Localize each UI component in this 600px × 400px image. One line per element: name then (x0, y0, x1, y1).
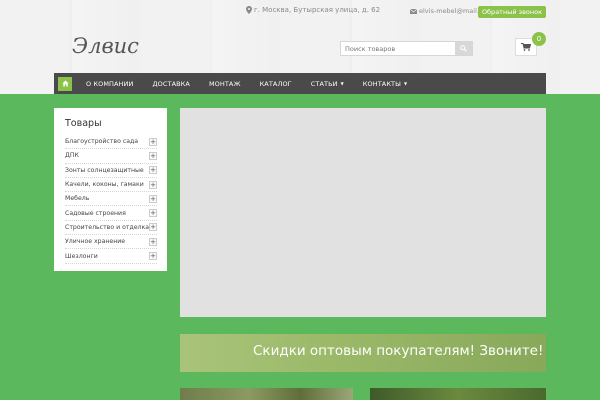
category-label[interactable]: Уличное хранение (65, 238, 125, 245)
category-label[interactable]: ДПК (65, 152, 79, 159)
search-button[interactable] (455, 42, 472, 55)
home-icon (62, 80, 68, 87)
callback-button[interactable]: Обратный звонок (478, 6, 546, 18)
nav-item-articles[interactable]: Статьи ▼ (311, 80, 344, 88)
caret-down-icon: ▼ (403, 81, 408, 86)
address-text: г. Москва, Бутырская улица, д. 62 (254, 6, 381, 14)
category-item[interactable]: Строительство и отделка + (65, 221, 157, 236)
category-sidebar: Товары Благоустройство сада + ДПК + Зонты … (54, 108, 167, 271)
plus-icon[interactable]: + (149, 194, 157, 203)
promo-banner[interactable]: Скидки оптовым покупателям! Звоните! (180, 334, 546, 372)
nav-item-label: Монтаж (208, 79, 241, 88)
home-button[interactable] (58, 76, 72, 91)
sidebar-title: Товары (65, 118, 102, 129)
category-label[interactable]: Благоустройство сада (65, 138, 138, 145)
category-label[interactable]: Зонты солнцезащитные (65, 167, 144, 174)
category-item[interactable]: Мебель + (65, 192, 157, 207)
nav-item-label: Статьи (310, 79, 338, 88)
category-item[interactable]: Зонты солнцезащитные + (65, 164, 157, 178)
product-image[interactable] (180, 388, 353, 400)
caret-down-icon: ▼ (340, 81, 344, 86)
plus-icon[interactable]: + (149, 252, 157, 261)
plus-icon[interactable]: + (149, 166, 157, 175)
plus-icon[interactable]: + (149, 209, 157, 218)
plus-icon[interactable]: + (149, 151, 157, 160)
category-label[interactable]: Строительство и отделка (65, 224, 149, 231)
nav-item-delivery[interactable]: Доставка (152, 80, 189, 88)
category-label[interactable]: Качели, коконы, гамаки (65, 181, 144, 188)
main-navigation: О компании Доставка Монтаж Каталог Стать… (54, 73, 546, 94)
email-link[interactable]: elvis-mebel@mail.ru (419, 7, 486, 15)
topbar-email[interactable]: elvis-mebel@mail.ru (410, 7, 486, 15)
nav-item-label: Контакты (362, 79, 401, 88)
logo[interactable]: Элвис (72, 34, 139, 58)
plus-icon[interactable]: + (149, 223, 157, 232)
nav-item-catalog[interactable]: Каталог (260, 80, 292, 88)
cart-icon (521, 43, 531, 51)
nav-item-about[interactable]: О компании (86, 80, 133, 88)
nav-item-contacts[interactable]: Контакты ▼ (363, 80, 407, 88)
promo-text: Скидки оптовым покупателям! Звоните! (253, 343, 544, 359)
nav-item-label: О компании (86, 79, 134, 88)
nav-item-label: Каталог (259, 79, 292, 88)
product-image[interactable] (370, 388, 546, 400)
search-box (340, 41, 473, 56)
category-label[interactable]: Мебель (65, 195, 89, 202)
category-item[interactable]: ДПК + (65, 149, 157, 164)
category-label[interactable]: Шезлонги (65, 253, 98, 260)
category-item[interactable]: Шезлонги + (65, 249, 157, 264)
category-item[interactable]: Садовые строения + (65, 206, 157, 221)
topbar-address: г. Москва, Бутырская улица, д. 62 (246, 6, 380, 14)
search-icon (460, 45, 467, 52)
search-input[interactable] (341, 42, 455, 55)
nav-item-installation[interactable]: Монтаж (209, 80, 241, 88)
map-marker-icon (246, 6, 252, 14)
category-item[interactable]: Благоустройство сада + (65, 135, 157, 150)
image-slider[interactable] (180, 108, 546, 317)
category-label[interactable]: Садовые строения (65, 210, 126, 217)
category-item[interactable]: Уличное хранение + (65, 235, 157, 250)
nav-item-label: Доставка (152, 79, 190, 88)
plus-icon[interactable]: + (149, 237, 157, 246)
plus-icon[interactable]: + (149, 180, 157, 189)
envelope-icon (410, 8, 417, 14)
category-item[interactable]: Качели, коконы, гамаки + (65, 178, 157, 193)
cart-count-badge: 0 (532, 32, 546, 46)
plus-icon[interactable]: + (149, 137, 157, 146)
